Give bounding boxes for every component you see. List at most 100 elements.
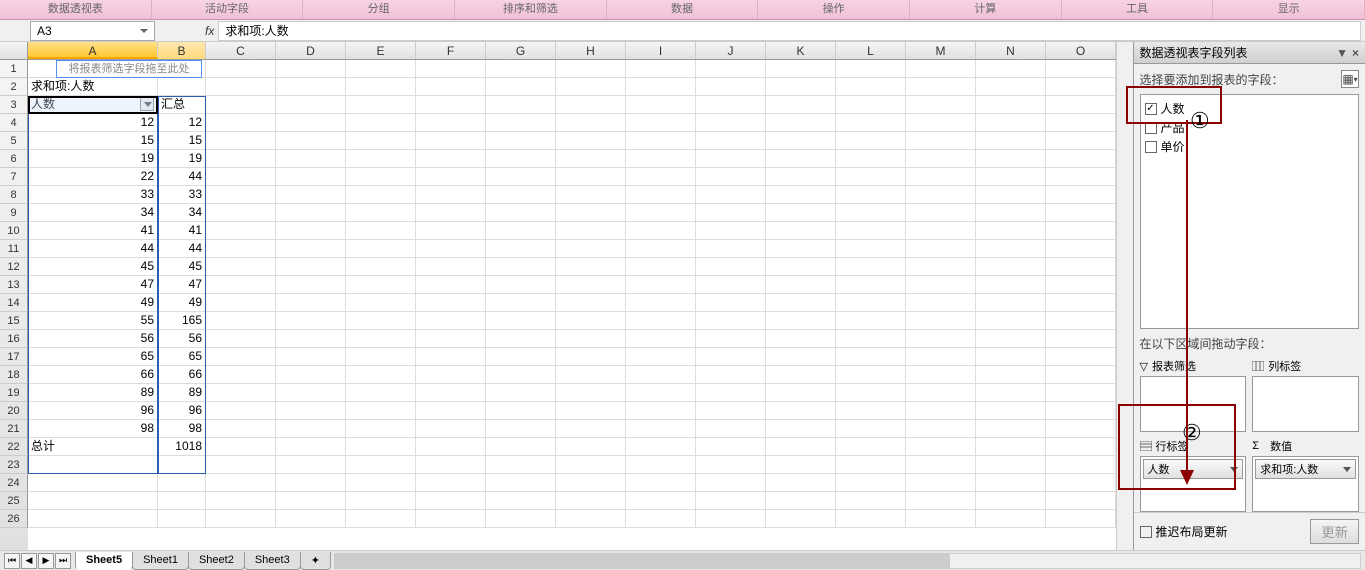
cell[interactable] [556, 132, 626, 150]
cell[interactable] [346, 348, 416, 366]
ribbon-tab[interactable]: 数据透视表 [0, 0, 152, 19]
cell[interactable] [976, 240, 1046, 258]
cell[interactable] [416, 330, 486, 348]
cell[interactable] [486, 312, 556, 330]
cell[interactable] [766, 510, 836, 528]
field-item[interactable]: ✓人数 [1145, 99, 1355, 118]
panel-dropdown-icon[interactable]: ▼ [1336, 46, 1348, 60]
cell[interactable] [766, 132, 836, 150]
cell[interactable] [416, 222, 486, 240]
cell[interactable] [906, 150, 976, 168]
cell[interactable] [556, 294, 626, 312]
cell[interactable] [486, 384, 556, 402]
cell[interactable] [766, 96, 836, 114]
cell[interactable] [766, 402, 836, 420]
cell[interactable] [836, 348, 906, 366]
cell[interactable] [158, 474, 206, 492]
column-header[interactable]: A [28, 42, 158, 59]
filter-dropdown-icon[interactable] [140, 97, 154, 111]
cell[interactable] [626, 492, 696, 510]
cell[interactable]: 47 [158, 276, 206, 294]
cell[interactable] [696, 96, 766, 114]
cell[interactable] [766, 60, 836, 78]
cell[interactable] [556, 204, 626, 222]
cell[interactable] [1046, 384, 1116, 402]
cell[interactable] [346, 402, 416, 420]
row-header[interactable]: 20 [0, 402, 28, 420]
cell[interactable] [556, 384, 626, 402]
cell[interactable] [276, 492, 346, 510]
cell[interactable]: 56 [158, 330, 206, 348]
cell[interactable]: 45 [28, 258, 158, 276]
row-header[interactable]: 10 [0, 222, 28, 240]
cell[interactable] [276, 276, 346, 294]
ribbon-tab[interactable]: 分组 [303, 0, 455, 19]
cell[interactable] [766, 474, 836, 492]
cell[interactable] [416, 366, 486, 384]
cell[interactable] [556, 60, 626, 78]
prev-sheet-button[interactable]: ◀ [21, 553, 37, 569]
cell[interactable] [696, 330, 766, 348]
cell[interactable] [1046, 474, 1116, 492]
filter-drop-area[interactable] [1140, 376, 1247, 432]
cell[interactable] [626, 438, 696, 456]
cell[interactable] [556, 402, 626, 420]
row-header[interactable]: 22 [0, 438, 28, 456]
cell[interactable]: 41 [28, 222, 158, 240]
cell[interactable] [976, 456, 1046, 474]
fx-label[interactable]: fx [205, 24, 214, 38]
cell[interactable] [976, 492, 1046, 510]
cell[interactable]: 98 [28, 420, 158, 438]
column-header[interactable]: H [556, 42, 626, 59]
cell[interactable] [346, 60, 416, 78]
sheet-tab[interactable]: Sheet2 [188, 552, 245, 570]
column-header[interactable]: O [1046, 42, 1116, 59]
cell[interactable]: 34 [28, 204, 158, 222]
cell[interactable]: 33 [158, 186, 206, 204]
row-header[interactable]: 24 [0, 474, 28, 492]
cell[interactable] [696, 186, 766, 204]
cell[interactable] [158, 78, 206, 96]
cell[interactable] [696, 222, 766, 240]
cell[interactable] [906, 402, 976, 420]
cell[interactable] [206, 222, 276, 240]
cell[interactable] [346, 222, 416, 240]
value-field-item[interactable]: 求和项:人数 [1255, 459, 1356, 479]
cell[interactable] [206, 510, 276, 528]
column-header[interactable]: L [836, 42, 906, 59]
cell[interactable] [556, 222, 626, 240]
cell[interactable] [626, 96, 696, 114]
cell[interactable] [28, 456, 158, 474]
cell[interactable] [486, 348, 556, 366]
cell[interactable] [836, 456, 906, 474]
column-header[interactable]: I [626, 42, 696, 59]
cell[interactable] [976, 510, 1046, 528]
cell[interactable] [416, 474, 486, 492]
cell[interactable]: 求和项:人数 [28, 78, 158, 96]
cell[interactable] [766, 294, 836, 312]
cell[interactable] [1046, 78, 1116, 96]
cell[interactable] [696, 204, 766, 222]
cell[interactable]: 44 [158, 168, 206, 186]
cell[interactable] [766, 150, 836, 168]
cell[interactable]: 49 [158, 294, 206, 312]
cell[interactable] [486, 96, 556, 114]
cell[interactable] [28, 474, 158, 492]
cell[interactable] [766, 420, 836, 438]
column-header[interactable]: B [158, 42, 206, 59]
layout-options-icon[interactable]: ▦▾ [1341, 70, 1359, 88]
last-sheet-button[interactable]: ⏭ [55, 553, 71, 569]
cell[interactable] [346, 312, 416, 330]
cell[interactable] [976, 420, 1046, 438]
cell[interactable] [976, 330, 1046, 348]
cell[interactable] [696, 168, 766, 186]
column-header[interactable]: M [906, 42, 976, 59]
cell[interactable] [486, 420, 556, 438]
cell[interactable] [836, 240, 906, 258]
cell[interactable] [206, 114, 276, 132]
row-header[interactable]: 1 [0, 60, 28, 78]
cell[interactable] [28, 510, 158, 528]
row-header[interactable]: 4 [0, 114, 28, 132]
next-sheet-button[interactable]: ▶ [38, 553, 54, 569]
cell[interactable] [766, 114, 836, 132]
